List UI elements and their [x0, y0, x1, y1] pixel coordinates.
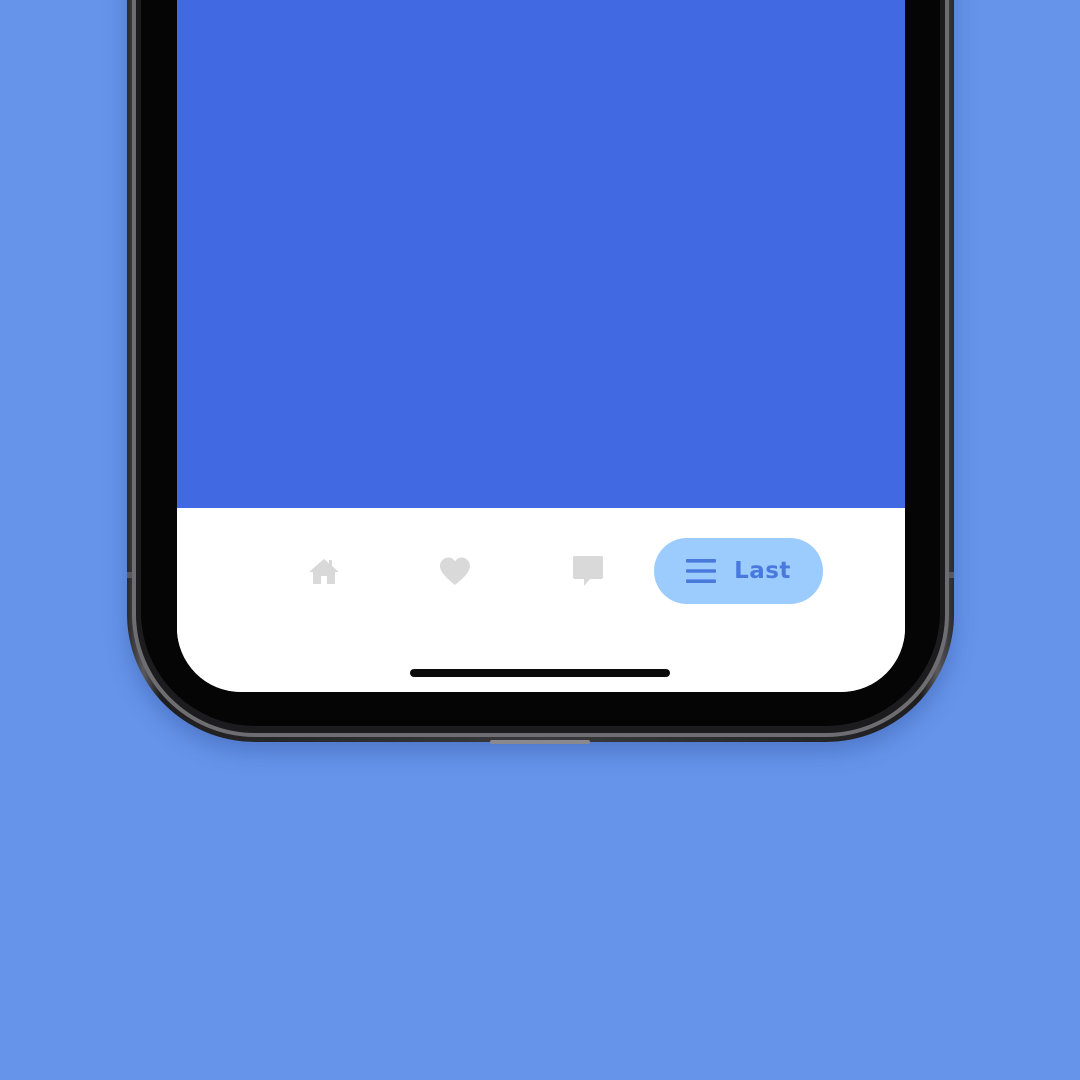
- frame-bottom-port: [490, 740, 590, 744]
- heart-icon: [440, 557, 470, 585]
- background: Last: [0, 0, 1080, 1080]
- chat-bubble-icon: [573, 556, 603, 586]
- tab-messages[interactable]: [562, 538, 614, 604]
- tab-active-label: Last: [734, 558, 791, 584]
- bottom-tab-bar: Last: [177, 508, 905, 692]
- tab-home[interactable]: [298, 538, 350, 604]
- home-indicator[interactable]: [410, 669, 670, 677]
- content-area: [177, 0, 905, 508]
- tab-menu-active[interactable]: Last: [654, 538, 823, 604]
- phone-screen: Last: [177, 0, 905, 692]
- menu-icon: [686, 559, 717, 583]
- home-icon: [309, 559, 339, 584]
- tab-likes[interactable]: [429, 538, 481, 604]
